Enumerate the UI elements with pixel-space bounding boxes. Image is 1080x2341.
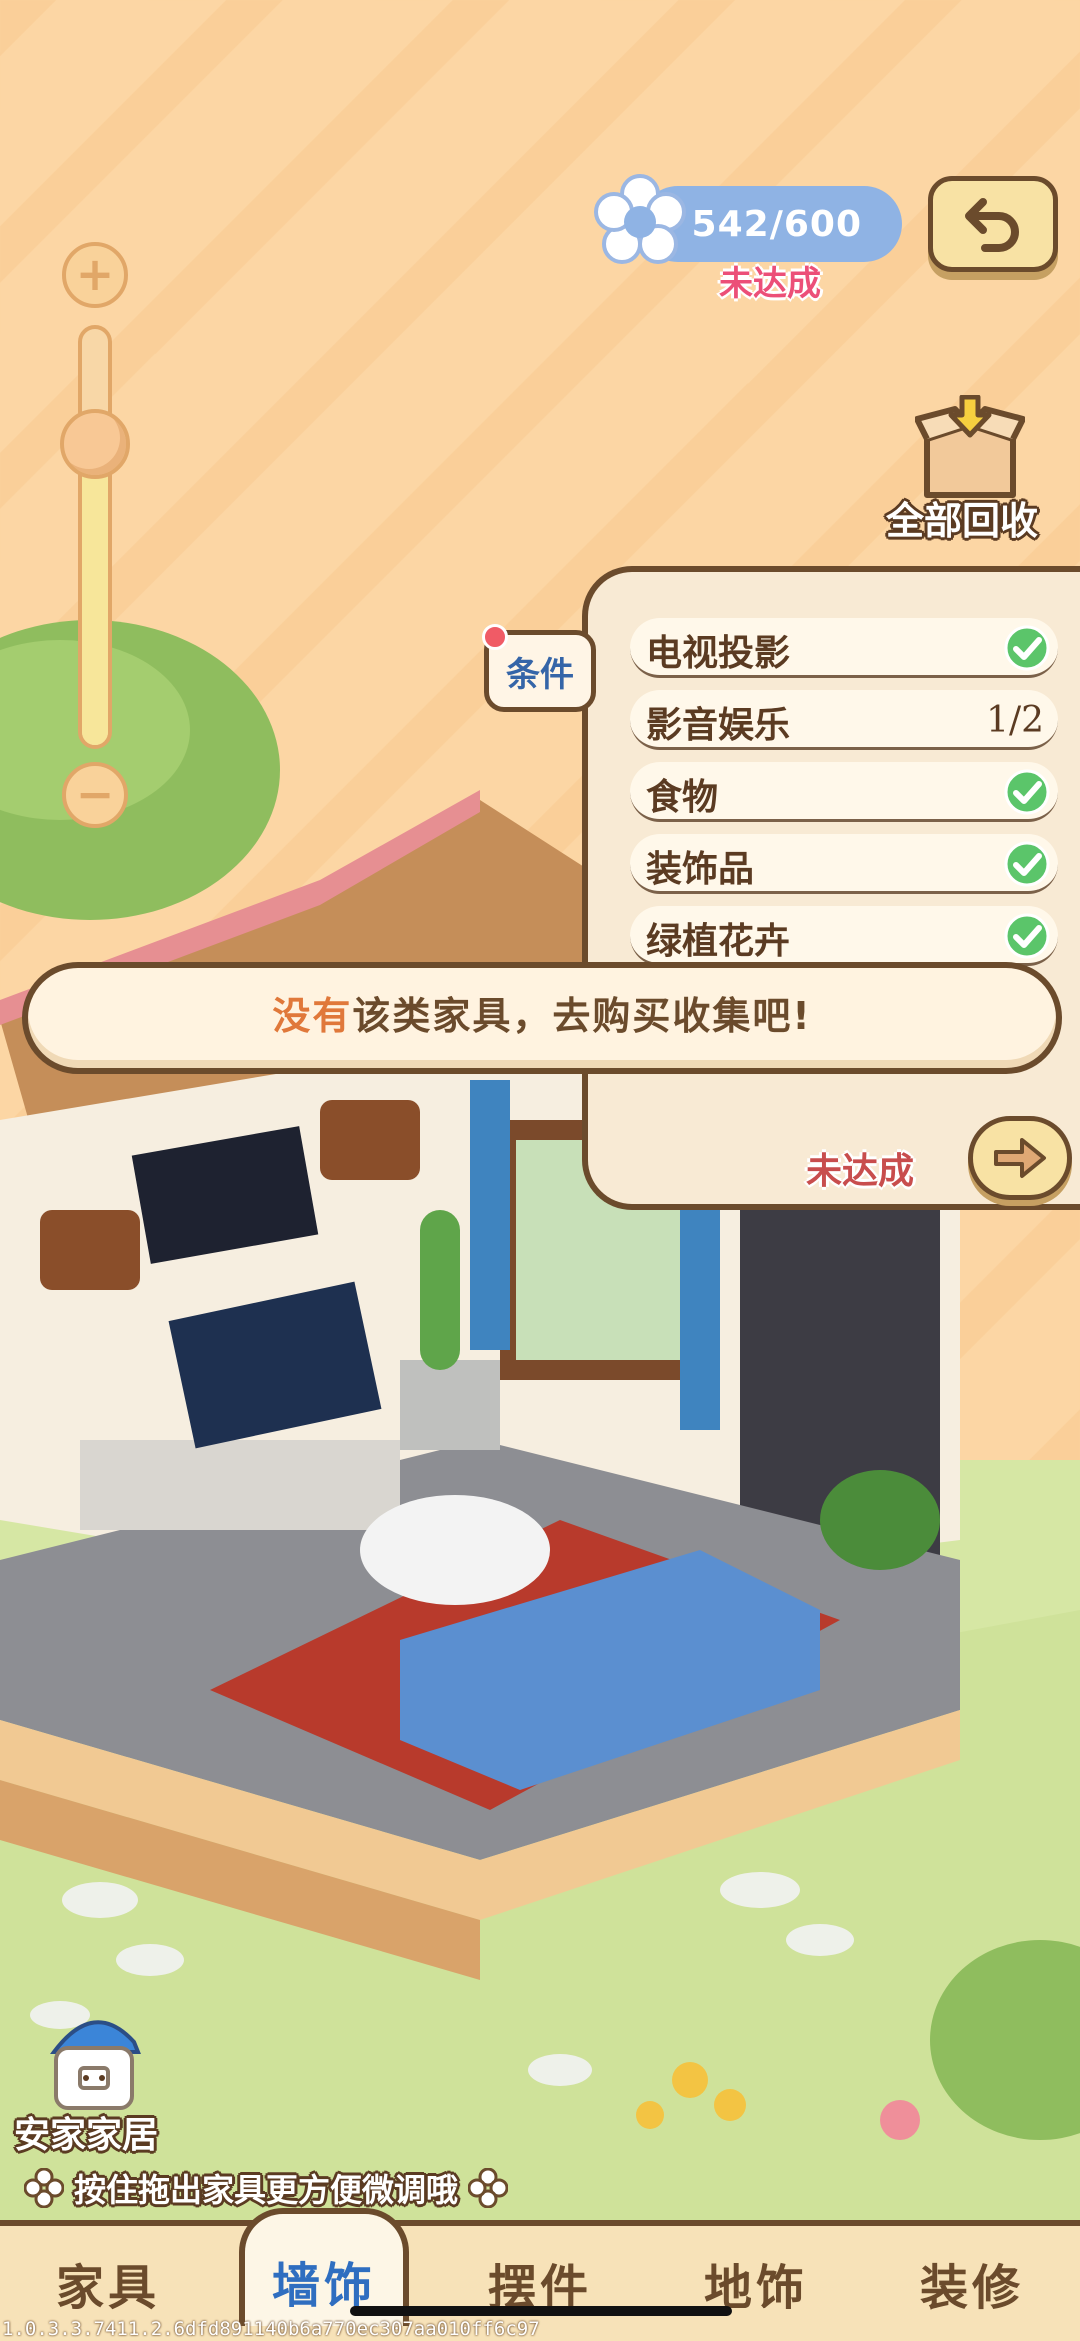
zoom-in-button[interactable]: + <box>62 242 128 308</box>
undo-icon <box>965 198 1019 252</box>
hint-text: 按住拖出家具更方便微调哦 <box>74 2171 459 2209</box>
curtain-left <box>470 1080 510 1350</box>
hint-row: 按住拖出家具更方便微调哦 <box>24 2162 509 2214</box>
stone <box>62 1882 138 1918</box>
speaker <box>320 1100 420 1180</box>
flower <box>714 2089 746 2121</box>
score-status: 未达成 <box>719 264 821 304</box>
condition-label: 装饰品 <box>646 849 755 890</box>
cactus <box>420 1210 460 1370</box>
arrow-right-icon <box>994 1138 1046 1178</box>
condition-row: 电视投影 <box>630 618 1058 678</box>
condition-label: 绿植花卉 <box>646 921 791 962</box>
zoom-slider-fill <box>82 445 108 745</box>
mascot-avatar[interactable] <box>34 2002 154 2112</box>
zoom-slider-track[interactable] <box>78 325 112 749</box>
condition-label: 电视投影 <box>646 633 791 674</box>
back-button[interactable] <box>928 176 1058 272</box>
condition-label: 食物 <box>646 777 719 818</box>
toast-message: 没有该类家具，去购买收集吧! <box>22 962 1062 1074</box>
check-icon <box>1004 841 1050 887</box>
flower-icon <box>594 174 686 264</box>
toast-text: 该类家具，去购买收集吧! <box>352 994 812 1038</box>
condition-label: 影音娱乐 <box>646 705 791 746</box>
condition-row: 食物 <box>630 762 1058 822</box>
stone <box>786 1924 854 1956</box>
recycle-box-icon[interactable] <box>915 395 1025 505</box>
toast-highlight: 没有 <box>272 994 353 1038</box>
tab-1[interactable]: 家具 <box>23 2248 193 2318</box>
tab-5[interactable]: 装修 <box>887 2248 1057 2318</box>
stone <box>720 1872 800 1908</box>
condition-row: 绿植花卉 <box>630 906 1058 966</box>
speaker <box>40 1210 140 1290</box>
home-indicator[interactable] <box>350 2306 732 2316</box>
zoom-out-button[interactable]: − <box>62 762 128 828</box>
next-button[interactable] <box>968 1116 1072 1200</box>
recycle-all-button[interactable]: 全部回收 <box>886 490 1038 545</box>
check-icon <box>1004 625 1050 671</box>
flower <box>672 2062 708 2098</box>
condition-count: 1/2 <box>986 700 1044 741</box>
build-id: 1.0.3.3.7411.2.6dfd891140b6a770ec307aa01… <box>2 2318 540 2340</box>
stone <box>116 1944 184 1976</box>
plant <box>820 1470 940 1570</box>
zoom-slider-handle[interactable] <box>60 408 130 479</box>
stone <box>528 2054 592 2086</box>
check-icon <box>1004 913 1050 959</box>
notification-dot <box>482 624 508 650</box>
flower <box>880 2100 920 2140</box>
curtain-right <box>680 1210 720 1430</box>
flower <box>636 2101 664 2129</box>
tv-stand <box>80 1440 400 1530</box>
check-icon <box>1004 769 1050 815</box>
home-label[interactable]: 安家家居 <box>14 2106 158 2158</box>
clover-icon <box>24 2168 64 2208</box>
clover-icon <box>468 2168 509 2208</box>
cactus-pot <box>400 1360 500 1450</box>
conditions-status: 未达成 <box>806 1151 915 1192</box>
coffee-table <box>360 1495 550 1605</box>
condition-row: 装饰品 <box>630 834 1058 894</box>
score-value: 542/600 <box>691 203 862 245</box>
condition-row: 影音娱乐 1/2 <box>630 690 1058 750</box>
